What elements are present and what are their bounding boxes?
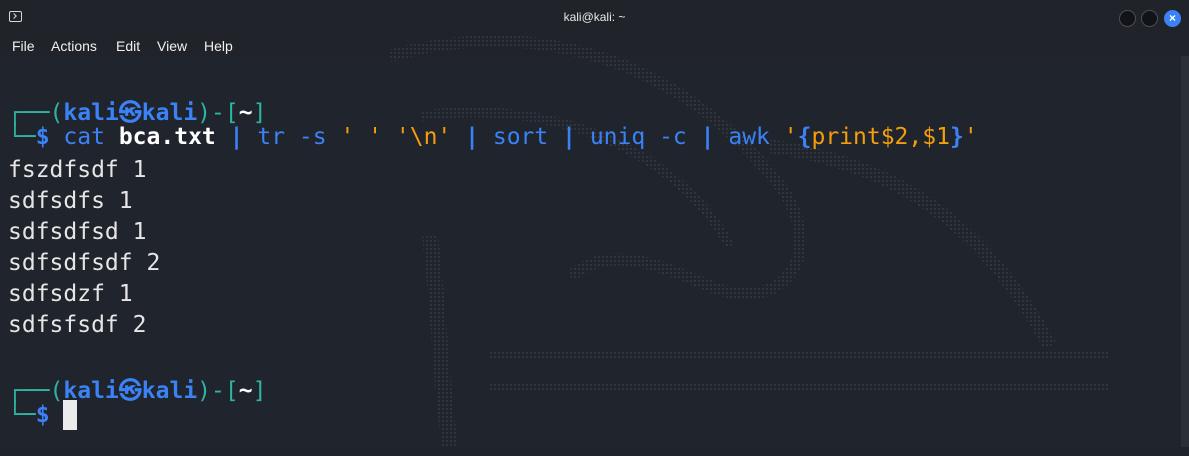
menu-help[interactable]: Help (204, 38, 233, 54)
prompt-corner-top: ┌──( (8, 378, 64, 404)
prompt-line-1: ┌──(kali㉿kali)-[~] (8, 93, 266, 127)
output-line: sdfsdzf 1 (8, 281, 133, 307)
menu-actions[interactable]: Actions (51, 38, 97, 54)
command-awk-quote-open: ' (783, 124, 798, 150)
command-tr-args: -s (298, 124, 327, 150)
prompt-host: kali (141, 100, 198, 126)
command-file: bca.txt (118, 124, 216, 150)
output-line: sdfsdfsdf 2 (8, 250, 161, 276)
command-sort: sort (492, 124, 549, 150)
prompt-corner-top: ┌──( (8, 100, 64, 126)
command-cat: cat (63, 124, 105, 150)
input-line[interactable]: └─$ (8, 400, 78, 430)
maximize-button[interactable] (1141, 10, 1158, 27)
prompt-dollar: $ (35, 124, 50, 150)
menu-file[interactable]: File (12, 38, 35, 54)
output-line: sdfsdfs 1 (8, 188, 133, 214)
command-pipe-4: | (700, 124, 715, 150)
command-awk-body: print$2,$1 (811, 124, 950, 150)
prompt-mid: )-[ (197, 378, 239, 404)
kali-dragon-watermark-icon (388, 35, 1110, 448)
minimize-button[interactable] (1119, 10, 1136, 27)
command-awk-quote-close: ' (963, 124, 978, 150)
output-line: sdfsdfsd 1 (8, 219, 147, 245)
prompt-end: ] (252, 100, 267, 126)
command-line: └─$ cat bca.txt | tr -s ' ' '\n' | sort … (8, 124, 978, 150)
output-line: fszdfsdf 1 (8, 157, 147, 183)
prompt-at-symbol: ㉿ (118, 378, 142, 404)
terminal-area[interactable]: ┌──(kali㉿kali)-[~] └─$ cat bca.txt | tr … (0, 35, 1189, 448)
prompt-end: ] (252, 378, 267, 404)
prompt-host: kali (141, 378, 198, 404)
prompt-line-2: ┌──(kali㉿kali)-[~] (8, 371, 266, 405)
command-uniq-args: -c (659, 124, 687, 150)
command-awk: awk (728, 124, 770, 150)
prompt-path: ~ (238, 100, 253, 126)
text-cursor (63, 400, 78, 430)
command-awk-brace-close: } (949, 124, 964, 150)
prompt-mid: )-[ (197, 100, 239, 126)
prompt-path: ~ (238, 378, 253, 404)
menu-view[interactable]: View (157, 38, 187, 54)
command-tr: tr (257, 124, 286, 150)
prompt-corner-bottom: └─ (8, 124, 36, 150)
command-pipe-2: | (465, 124, 479, 150)
command-pipe-3: | (562, 124, 576, 150)
menu-edit[interactable]: Edit (116, 38, 140, 54)
command-tr-newline-string: '\n' (395, 124, 452, 150)
command-tr-space-string: ' ' (340, 124, 383, 150)
prompt-corner-bottom: └─ (8, 402, 36, 428)
command-pipe-1: | (229, 124, 244, 150)
close-button[interactable]: × (1164, 10, 1181, 27)
prompt-dollar: $ (35, 402, 50, 428)
command-awk-brace-open: { (797, 124, 812, 150)
prompt-at-symbol: ㉿ (118, 100, 142, 126)
command-uniq: uniq (589, 124, 646, 150)
output-line: sdfsfsdf 2 (8, 312, 147, 338)
scrollbar[interactable] (1181, 56, 1189, 447)
prompt-user: kali (63, 100, 119, 126)
close-icon: × (1168, 11, 1176, 25)
